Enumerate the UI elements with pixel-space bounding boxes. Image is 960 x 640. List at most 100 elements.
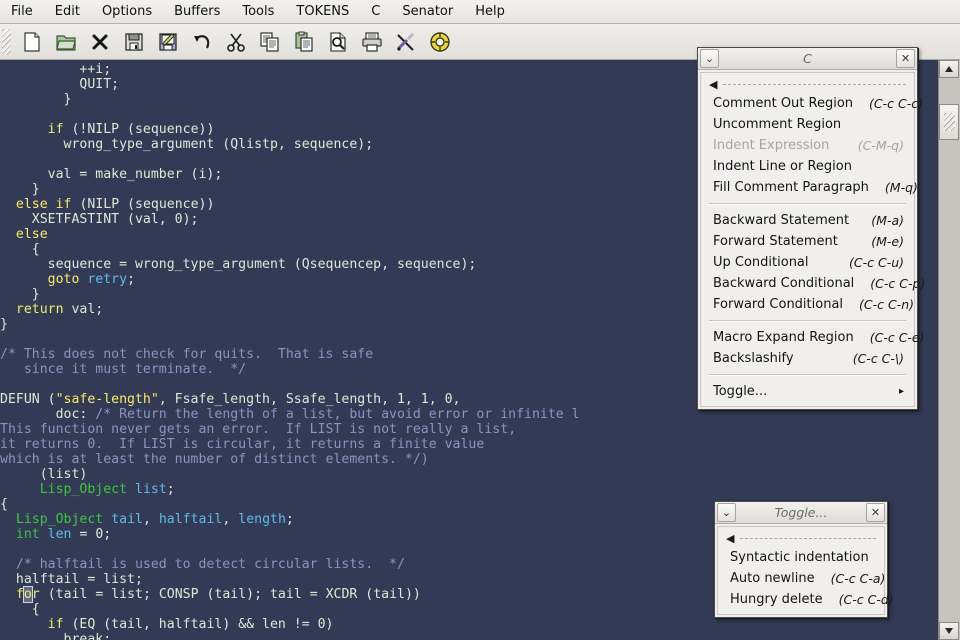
menu-item-shortcut: (C-c C-a) (830, 571, 886, 586)
paste-icon[interactable] (288, 26, 320, 58)
menu-tools[interactable]: Tools (232, 2, 284, 22)
tearoff-handle[interactable]: ◀ (718, 529, 884, 547)
menu-item-macro-expand-region[interactable]: Macro Expand Region (C-c C-e) (701, 327, 925, 348)
scroll-down-arrow-icon[interactable] (939, 622, 959, 640)
code-token: it returns 0. If LIST is circular, it re… (0, 437, 485, 452)
toolbar-grip[interactable] (2, 28, 11, 55)
code-token: halftail = list; (0, 572, 143, 587)
chevron-down-icon[interactable]: ⌄ (700, 49, 719, 68)
c-menu-titlebar: ⌄ C ✕ (698, 48, 917, 70)
code-token: if (47, 617, 64, 632)
code-token: else (15, 197, 48, 212)
menu-c[interactable]: C (361, 2, 390, 22)
code-token: Lisp_Object (39, 482, 128, 497)
customize-tools-icon[interactable] (390, 26, 422, 58)
menu-item-backward-statement[interactable]: Backward Statement (M-a) (701, 210, 914, 231)
vertical-scrollbar[interactable] (938, 60, 960, 640)
menu-item-toggle[interactable]: Toggle... ▸ (701, 381, 914, 402)
menu-item-up-conditional[interactable]: Up Conditional (C-c C-u) (701, 252, 914, 273)
menu-item-syntactic-indentation[interactable]: Syntactic indentation (718, 547, 884, 568)
code-token: /* halftail is used to detect circular l… (0, 557, 405, 572)
code-token: QUIT; (0, 77, 120, 92)
menu-item-label: Macro Expand Region (713, 330, 854, 345)
code-token: { (0, 602, 40, 617)
undo-icon[interactable] (186, 26, 218, 58)
menu-item-fill-comment-paragraph[interactable]: Fill Comment Paragraph (M-q) (701, 177, 918, 198)
menu-item-backward-conditional[interactable]: Backward Conditional (C-c C-p) (701, 273, 925, 294)
help-lifebuoy-icon[interactable] (424, 26, 456, 58)
menu-item-auto-newline[interactable]: Auto newline (C-c C-a) (718, 568, 886, 589)
c-menu-popup[interactable]: ⌄ C ✕ ◀ Comment Out Region (C-c C-c) Uncom… (697, 47, 925, 410)
menu-item-uncomment-region[interactable]: Uncomment Region (701, 114, 914, 135)
menu-item-shortcut: (C-c C-\) (852, 351, 904, 366)
search-icon[interactable] (322, 26, 354, 58)
tearoff-dashes (740, 537, 876, 539)
open-folder-icon[interactable] (50, 26, 82, 58)
menu-item-shortcut: (M-e) (871, 234, 904, 249)
menu-item-backslashify[interactable]: Backslashify (C-c C-\) (701, 348, 914, 369)
code-token: int (15, 527, 40, 542)
menu-options[interactable]: Options (92, 2, 162, 22)
scroll-up-arrow-icon[interactable] (939, 60, 959, 78)
menu-item-label: Backward Statement (713, 213, 850, 228)
menu-item-forward-statement[interactable]: Forward Statement (M-e) (701, 231, 914, 252)
copy-icon[interactable] (254, 26, 286, 58)
new-file-icon[interactable] (16, 26, 48, 58)
menu-item-hungry-delete[interactable]: Hungry delete (C-c C-d) (718, 589, 894, 610)
menu-separator (709, 374, 906, 376)
menu-edit[interactable]: Edit (45, 2, 90, 22)
tearoff-handle[interactable]: ◀ (701, 75, 914, 93)
menu-item-shortcut: (M-q) (884, 180, 918, 195)
code-token: r (31, 587, 40, 602)
code-token: , (222, 512, 239, 527)
print-icon[interactable] (356, 26, 388, 58)
menu-help[interactable]: Help (465, 2, 515, 22)
code-token: ; (285, 512, 294, 527)
menu-item-shortcut: (C-c C-c) (869, 96, 923, 111)
tearoff-arrow-icon: ◀ (709, 77, 718, 91)
menu-item-forward-conditional[interactable]: Forward Conditional (C-c C-n) (701, 294, 914, 315)
close-icon[interactable]: ✕ (866, 503, 885, 522)
close-icon[interactable]: ✕ (896, 49, 915, 68)
chevron-down-icon[interactable]: ⌄ (717, 503, 736, 522)
code-token: which is at least the number of distinct… (0, 452, 429, 467)
code-token: = 0; (71, 527, 112, 542)
menu-item-comment-out-region[interactable]: Comment Out Region (C-c C-c) (701, 93, 923, 114)
code-token: tail (111, 512, 143, 527)
menu-tokens[interactable]: TOKENS (286, 2, 359, 22)
code-token: halftail (158, 512, 223, 527)
code-token: return (15, 302, 64, 317)
code-token: } (0, 92, 72, 107)
code-token: since it must terminate. */ (0, 362, 247, 377)
toggle-menu-popup[interactable]: ⌄ Toggle... ✕ ◀ Syntactic indentation Aut… (714, 501, 894, 618)
save-icon[interactable] (118, 26, 150, 58)
code-token: goto (47, 272, 80, 287)
code-token: ; (127, 272, 136, 287)
code-token: f (15, 587, 24, 602)
menu-item-shortcut: (C-c C-n) (859, 297, 915, 312)
menu-buffers[interactable]: Buffers (164, 2, 230, 22)
close-icon[interactable] (84, 26, 116, 58)
code-token: o (22, 586, 33, 603)
code-token: /* Return the length of a list, but avoi… (95, 407, 580, 422)
code-token: ; (166, 482, 175, 497)
save-as-icon[interactable] (152, 26, 184, 58)
code-token: if (55, 197, 72, 212)
code-token: sequence = wrong_type_argument (Qsequenc… (0, 257, 477, 272)
menu-item-label: Toggle... (713, 384, 768, 399)
menu-item-label: Backslashify (713, 351, 794, 366)
scrollbar-track[interactable] (939, 78, 959, 622)
cut-scissors-icon[interactable] (220, 26, 252, 58)
menu-item-indent-line-or-region[interactable]: Indent Line or Region (701, 156, 914, 177)
code-token: (list) (0, 467, 88, 482)
scrollbar-thumb[interactable] (939, 104, 959, 140)
menu-file[interactable]: File (1, 2, 43, 22)
menu-senator[interactable]: Senator (392, 2, 463, 22)
code-token: list (135, 482, 167, 497)
toggle-menu-title: Toggle... (774, 505, 828, 520)
menu-item-indent-expression: Indent Expression (C-M-q) (701, 135, 914, 156)
menu-separator (709, 203, 906, 205)
